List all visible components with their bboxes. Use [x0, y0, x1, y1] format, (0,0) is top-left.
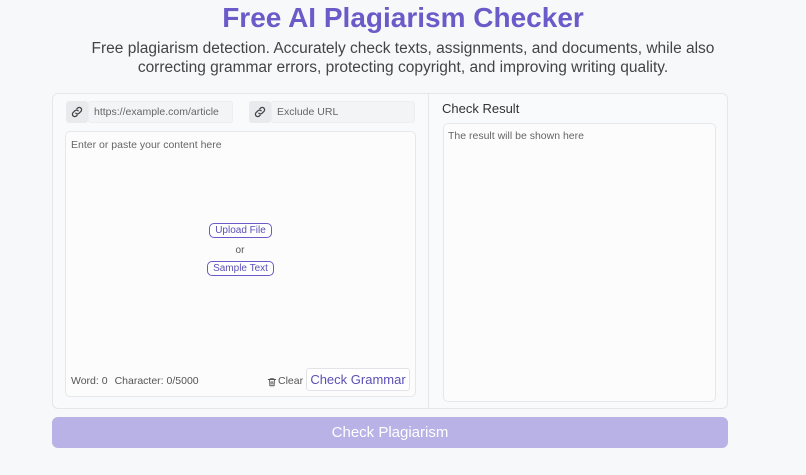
page-subtitle: Free plagiarism detection. Accurately ch… — [60, 39, 746, 77]
url-link-button[interactable] — [66, 101, 88, 123]
upload-file-button[interactable]: Upload File — [209, 223, 272, 238]
content-placeholder: Enter or paste your content here — [71, 139, 222, 151]
result-area — [443, 123, 716, 402]
content-counts: Word: 0 Character: 0/5000 — [71, 375, 199, 388]
word-count: Word: 0 — [71, 375, 108, 387]
character-count: Character: 0/5000 — [114, 375, 199, 387]
link-icon — [254, 106, 266, 118]
check-plagiarism-button[interactable]: Check Plagiarism — [52, 417, 728, 448]
clear-button[interactable]: Clear — [267, 375, 303, 388]
link-icon — [71, 106, 83, 118]
exclude-link-button[interactable] — [249, 101, 271, 123]
url-input-placeholder: https://example.com/article — [94, 106, 219, 118]
subtitle-line-1: Free plagiarism detection. Accurately ch… — [91, 40, 715, 57]
check-result-heading: Check Result — [442, 101, 520, 116]
or-separator: or — [235, 245, 245, 256]
clear-label: Clear — [278, 375, 304, 387]
trash-icon — [267, 377, 277, 386]
sample-text-button[interactable]: Sample Text — [207, 261, 274, 276]
page-title: Free AI Plagiarism Checker — [222, 2, 584, 33]
subtitle-line-2: correcting grammar errors, protecting co… — [137, 59, 669, 76]
check-grammar-button[interactable]: Check Grammar — [306, 368, 410, 391]
result-placeholder: The result will be shown here — [448, 130, 584, 142]
exclude-url-placeholder: Exclude URL — [277, 106, 339, 118]
